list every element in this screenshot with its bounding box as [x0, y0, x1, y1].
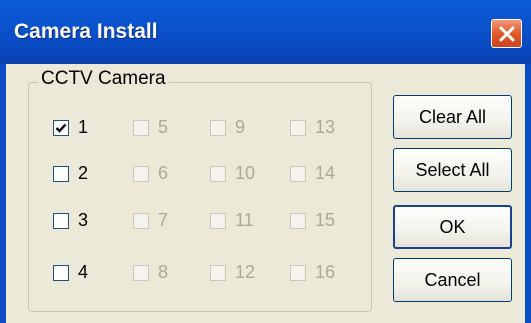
checkbox-label: 2 [78, 163, 89, 183]
checkbox-box[interactable] [53, 119, 69, 136]
checkbox-label: 13 [315, 117, 336, 137]
camera-checkbox-11: 11 [210, 210, 254, 231]
checkbox-label: 7 [158, 210, 169, 230]
camera-checkbox-9: 9 [210, 117, 245, 138]
checkbox-box [210, 165, 226, 182]
checkbox-label: 14 [315, 163, 336, 183]
camera-checkbox-4[interactable]: 4 [53, 262, 88, 283]
checkbox-label: 10 [235, 163, 256, 183]
checkbox-label: 16 [315, 262, 336, 282]
checkbox-box[interactable] [53, 165, 69, 182]
group-label: CCTV Camera [38, 68, 169, 90]
checkbox-box[interactable] [53, 212, 69, 229]
checkbox-label: 12 [235, 262, 256, 282]
camera-checkbox-7: 7 [133, 210, 168, 231]
camera-checkbox-15: 15 [290, 210, 335, 231]
checkbox-label: 6 [158, 163, 169, 183]
checkbox-box [133, 212, 149, 229]
clear-all-button[interactable]: Clear All [393, 95, 512, 139]
checkbox-box [210, 119, 226, 136]
camera-checkbox-2[interactable]: 2 [53, 163, 88, 184]
checkbox-label: 4 [78, 262, 89, 282]
window-frame-right [525, 64, 531, 323]
checkbox-label: 11 [235, 210, 254, 230]
select-all-button[interactable]: Select All [393, 148, 512, 192]
camera-checkbox-6: 6 [133, 163, 168, 184]
camera-checkbox-12: 12 [210, 262, 255, 283]
checkbox-box [290, 165, 306, 182]
camera-checkbox-14: 14 [290, 163, 335, 184]
checkbox-label: 3 [78, 210, 89, 230]
checkbox-label: 8 [158, 262, 169, 282]
cancel-button[interactable]: Cancel [393, 258, 512, 302]
checkbox-label: 5 [158, 117, 169, 137]
checkbox-box [290, 119, 306, 136]
checkbox-box [290, 212, 306, 229]
camera-checkbox-13: 13 [290, 117, 335, 138]
checkbox-box [133, 119, 149, 136]
camera-checkbox-3[interactable]: 3 [53, 210, 88, 231]
close-button[interactable] [491, 19, 522, 48]
checkbox-label: 1 [78, 117, 89, 137]
camera-checkbox-8: 8 [133, 262, 168, 283]
checkbox-box [133, 165, 149, 182]
checkbox-label: 9 [235, 117, 246, 137]
checkbox-box [133, 264, 149, 281]
camera-checkbox-16: 16 [290, 262, 335, 283]
checkmark-icon [55, 123, 67, 133]
ok-button[interactable]: OK [393, 205, 512, 249]
camera-checkbox-10: 10 [210, 163, 255, 184]
title-bar[interactable]: Camera Install [0, 0, 531, 64]
close-icon [499, 26, 514, 41]
camera-install-dialog: Camera Install CCTV Camera 1 2 3 4 5 6 7… [0, 0, 531, 323]
checkbox-box [210, 264, 226, 281]
checkbox-box [210, 212, 226, 229]
window-title: Camera Install [14, 20, 158, 43]
camera-checkbox-1[interactable]: 1 [53, 117, 88, 138]
checkbox-box[interactable] [53, 264, 69, 281]
checkbox-label: 15 [315, 210, 336, 230]
camera-checkbox-5: 5 [133, 117, 168, 138]
checkbox-box [290, 264, 306, 281]
